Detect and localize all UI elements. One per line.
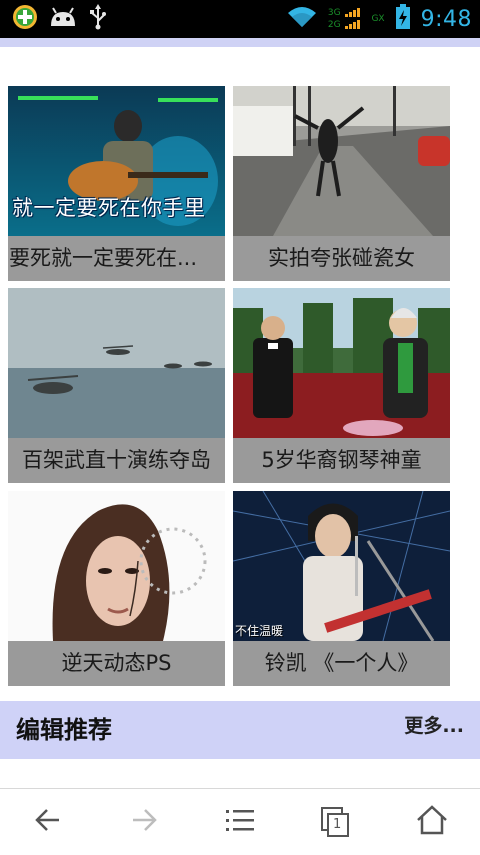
video-card[interactable]: 逆天动态PS (8, 491, 225, 686)
status-right-icons: 3G 2G GX 9:48 (286, 0, 472, 38)
video-title[interactable]: 要死就一定要死在... (8, 236, 225, 281)
video-card[interactable]: 不住温暖 铃凯 《一个人》 (233, 491, 450, 686)
usb-icon (88, 4, 108, 34)
net-label-2g: 2G (327, 20, 341, 30)
menu-button[interactable] (192, 789, 288, 855)
section-title: 编辑推荐 (16, 716, 112, 744)
video-thumbnail[interactable]: 不住温暖 (233, 491, 450, 641)
video-title[interactable]: 铃凯 《一个人》 (233, 641, 450, 686)
video-grid: 就一定要死在你手里 要死就一定要死在... 实拍夸张碰瓷女 百架武直十演练夺岛 … (0, 86, 480, 686)
video-subtitle-overlay: 不住温暖 (235, 624, 284, 638)
menu-list-icon (224, 805, 256, 839)
forward-arrow-icon (129, 805, 159, 839)
video-thumbnail[interactable] (233, 86, 450, 236)
video-thumbnail[interactable] (8, 288, 225, 438)
battery-charging-icon (395, 4, 411, 34)
video-card[interactable]: 百架武直十演练夺岛 (8, 288, 225, 483)
status-clock: 9:48 (420, 6, 472, 32)
video-title[interactable]: 5岁华裔钢琴神童 (233, 438, 450, 483)
video-thumbnail[interactable]: 就一定要死在你手里 (8, 86, 225, 236)
back-arrow-icon (33, 805, 63, 839)
status-bar: 3G 2G GX 9:48 (0, 0, 480, 38)
forward-button[interactable] (96, 789, 192, 855)
back-button[interactable] (0, 789, 96, 855)
header-accent-stripe (0, 38, 480, 47)
network-signals: 3G 2G (328, 8, 362, 30)
net-label-3g: 3G (327, 8, 341, 18)
bottom-navigation-bar: 1 (0, 788, 480, 855)
video-title[interactable]: 百架武直十演练夺岛 (8, 438, 225, 483)
wifi-icon (286, 5, 318, 33)
video-thumbnail[interactable] (233, 288, 450, 438)
android-icon (48, 4, 78, 34)
video-subtitle-overlay: 就一定要死在你手里 (12, 196, 206, 220)
home-icon (416, 805, 448, 839)
video-title[interactable]: 逆天动态PS (8, 641, 225, 686)
video-title[interactable]: 实拍夸张碰瓷女 (233, 236, 450, 281)
tabs-icon: 1 (320, 806, 352, 838)
video-card[interactable]: 5岁华裔钢琴神童 (233, 288, 450, 483)
tab-count: 1 (333, 817, 342, 832)
signal-gx-icon: GX (371, 14, 385, 24)
home-button[interactable] (384, 789, 480, 855)
video-thumbnail[interactable] (8, 491, 225, 641)
signal-3g-icon: 3G (328, 8, 362, 18)
add-circle-icon (12, 4, 38, 34)
signal-2g-icon: 2G (328, 20, 362, 30)
more-link[interactable]: 更多... (404, 701, 464, 751)
status-left-icons (12, 4, 108, 34)
video-card[interactable]: 就一定要死在你手里 要死就一定要死在... (8, 86, 225, 281)
tabs-button[interactable]: 1 (288, 789, 384, 855)
editor-picks-header: 编辑推荐 更多... (0, 701, 480, 759)
video-card[interactable]: 实拍夸张碰瓷女 (233, 86, 450, 281)
